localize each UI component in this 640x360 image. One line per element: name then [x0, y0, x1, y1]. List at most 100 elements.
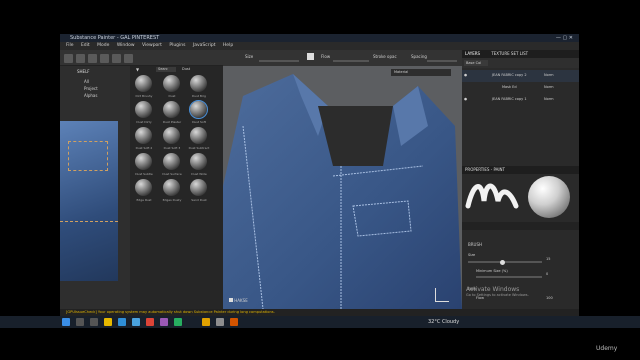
- menu-edit[interactable]: Edit: [81, 43, 90, 48]
- layer-toolbar: Base Col: [462, 58, 579, 68]
- brush-label: Dust Subtle: [135, 172, 153, 176]
- brush-label: Dirt Brushy: [135, 94, 153, 98]
- pocket-seam: [68, 141, 108, 171]
- brush-label: Edge Rust: [136, 198, 152, 202]
- paint-tool-icon[interactable]: [64, 54, 73, 63]
- brush-thumb[interactable]: [190, 153, 207, 170]
- brush-label: Dust Subtract: [188, 146, 210, 150]
- layer-row[interactable]: ● JEAN FABRIC copy 1 Norm: [462, 94, 579, 106]
- brush-label: Dust: [168, 94, 176, 98]
- file-explorer-icon[interactable]: [104, 318, 112, 326]
- brush-thumb[interactable]: [135, 127, 152, 144]
- window-controls[interactable]: — ▢ ✕: [556, 34, 573, 42]
- brush-grid: Dirt Brushy Dust Dust Brig Dust Dirty Du…: [130, 73, 223, 309]
- app-icon[interactable]: [230, 318, 238, 326]
- chrome-icon[interactable]: [146, 318, 154, 326]
- brush-thumb[interactable]: [163, 179, 180, 196]
- eye-icon[interactable]: ●: [464, 73, 467, 77]
- blend-mode-dropdown[interactable]: Base Col: [464, 60, 488, 66]
- app-icon[interactable]: [216, 318, 224, 326]
- jacket-model: [223, 74, 462, 309]
- app-window: Substance Painter - GAL PINTEREST — ▢ ✕ …: [60, 34, 579, 316]
- reference-image: [60, 121, 118, 281]
- menu-help[interactable]: Help: [223, 43, 233, 48]
- search-icon[interactable]: [76, 318, 84, 326]
- fill-tool-icon[interactable]: [100, 54, 109, 63]
- 3d-viewport[interactable]: Material HAKSE: [223, 66, 462, 309]
- brush-section-title: BRUSH: [468, 242, 482, 247]
- brush-thumb[interactable]: [163, 75, 180, 92]
- layer-name: JEAN FABRIC copy 1: [492, 97, 527, 101]
- search-input[interactable]: Searc: [156, 67, 176, 72]
- layer-name: Mask Ed: [502, 85, 517, 89]
- substance-painter-icon[interactable]: [202, 318, 210, 326]
- tab-layers[interactable]: LAYERS: [465, 51, 480, 56]
- min-size-label: Minimum Size (%): [476, 269, 508, 273]
- shelf-category-all[interactable]: All: [84, 79, 89, 84]
- weather-text[interactable]: 32°C Cloudy: [428, 319, 459, 325]
- status-text: [GPUIssueCheck] Your operating system ma…: [66, 310, 275, 314]
- layer-row[interactable]: ● JEAN FABRIC copy 2 Norm: [462, 70, 579, 82]
- filter-icon[interactable]: ▼: [136, 67, 139, 72]
- menu-viewport[interactable]: Viewport: [142, 43, 162, 48]
- brush-thumb-selected[interactable]: [189, 100, 208, 119]
- menu-plugins[interactable]: Plugins: [169, 43, 185, 48]
- layer-mode: Norm: [544, 85, 554, 89]
- layer-name: JEAN FABRIC copy 2: [492, 73, 527, 77]
- menu-javascript[interactable]: JavaScript: [193, 43, 216, 48]
- flow-slider[interactable]: [333, 60, 369, 62]
- brush-thumb[interactable]: [135, 153, 152, 170]
- size-value: 15: [546, 257, 551, 261]
- brush-thumb[interactable]: [163, 101, 180, 118]
- properties-title: PROPERTIES - PAINT: [465, 167, 505, 172]
- brush-thumb[interactable]: [190, 179, 207, 196]
- layer-row[interactable]: Mask Ed Norm: [462, 83, 579, 93]
- eye-icon[interactable]: ●: [464, 97, 467, 101]
- window-title: Substance Painter - GAL PINTEREST: [70, 35, 160, 41]
- eraser-tool-icon[interactable]: [76, 54, 85, 63]
- shelf-panel: SHELF All Project Alphas: [60, 66, 130, 309]
- title-bar: Substance Painter - GAL PINTEREST — ▢ ✕: [60, 34, 579, 42]
- smudge-tool-icon[interactable]: [112, 54, 121, 63]
- brush-label: Edges Dusty: [162, 198, 182, 202]
- menu-window[interactable]: Window: [117, 43, 135, 48]
- brush-label: Dust Surface: [162, 172, 182, 176]
- brush-thumb[interactable]: [163, 127, 180, 144]
- brush-thumb[interactable]: [190, 75, 207, 92]
- status-bar: [GPUIssueCheck] Your operating system ma…: [60, 309, 579, 316]
- brush-size-slider[interactable]: [468, 259, 542, 265]
- size-slider[interactable]: [259, 60, 299, 62]
- task-view-icon[interactable]: [90, 318, 98, 326]
- tab-texture-set-list[interactable]: TEXTURE SET LIST: [491, 51, 528, 56]
- layer-mode: Norm: [544, 97, 554, 101]
- brush-thumb[interactable]: [135, 75, 152, 92]
- brush-label: Dust Brig: [192, 94, 206, 98]
- slider-knob[interactable]: [500, 259, 505, 265]
- shelf-category-alphas[interactable]: Alphas: [84, 93, 97, 98]
- brush-label: Dust Wide: [191, 172, 207, 176]
- menu-file[interactable]: File: [66, 43, 74, 48]
- projection-tool-icon[interactable]: [88, 54, 97, 63]
- min-size-slider[interactable]: [476, 276, 542, 278]
- browser-icon[interactable]: [118, 318, 126, 326]
- blend-mode-value: Base Col: [466, 61, 482, 65]
- brush-thumb[interactable]: [190, 127, 207, 144]
- clone-tool-icon[interactable]: [124, 54, 133, 63]
- windows-start-icon[interactable]: [62, 318, 70, 326]
- brush-icon[interactable]: [307, 53, 314, 60]
- app-icon[interactable]: [174, 318, 182, 326]
- udemy-logo: Udemy: [596, 345, 618, 352]
- activate-subtitle: Go to Settings to activate Windows.: [466, 293, 529, 297]
- menu-mode[interactable]: Mode: [97, 43, 109, 48]
- axis-gizmo-icon: [435, 288, 449, 302]
- brush-label: Sand Dust: [191, 198, 207, 202]
- brush-thumb[interactable]: [163, 153, 180, 170]
- brush-thumb[interactable]: [135, 179, 152, 196]
- brush-thumb[interactable]: [135, 101, 152, 118]
- shelf-category-project[interactable]: Project: [84, 86, 98, 91]
- store-icon[interactable]: [132, 318, 140, 326]
- app-icon[interactable]: [160, 318, 168, 326]
- layers-header: LAYERS TEXTURE SET LIST: [462, 50, 579, 58]
- spacing-slider[interactable]: [427, 60, 457, 62]
- square-icon: [229, 298, 233, 302]
